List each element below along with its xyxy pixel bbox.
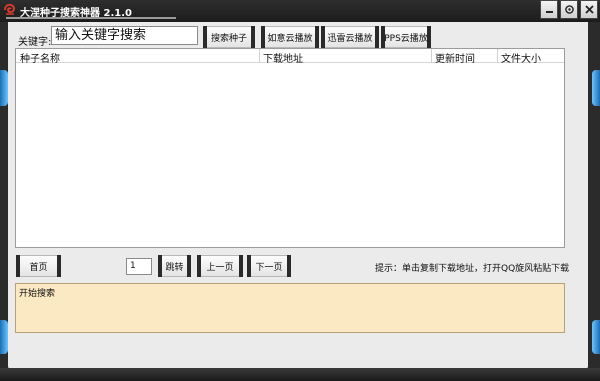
column-divider bbox=[431, 49, 432, 63]
close-icon bbox=[584, 5, 594, 14]
log-panel: 开始搜索 bbox=[15, 283, 565, 333]
results-table[interactable]: 种子名称 下载地址 更新时间 文件大小 bbox=[15, 48, 565, 248]
jump-button[interactable]: 跳转 bbox=[158, 255, 191, 277]
search-seed-button[interactable]: 搜索种子 bbox=[203, 26, 255, 48]
minimize-button[interactable] bbox=[540, 0, 558, 19]
page-number-input[interactable]: 1 bbox=[126, 258, 152, 275]
right-edge-glow-bottom bbox=[592, 320, 600, 354]
column-header-update-time[interactable]: 更新时间 bbox=[435, 50, 475, 65]
hint-text: 提示：单击复制下载地址，打开QQ旋风粘贴下载 bbox=[375, 264, 570, 274]
pps-play-button[interactable]: PPS云播放 bbox=[381, 26, 431, 48]
close-button[interactable] bbox=[580, 0, 598, 19]
xunlei-play-button[interactable]: 迅雷云播放 bbox=[321, 26, 379, 48]
title-bar[interactable]: 大涅种子搜索神器 2.1.0 bbox=[0, 0, 600, 22]
column-header-file-size[interactable]: 文件大小 bbox=[501, 50, 541, 65]
minimize-icon bbox=[545, 11, 553, 13]
title-progress-bar bbox=[6, 17, 176, 19]
app-logo-icon bbox=[4, 3, 15, 15]
settings-icon bbox=[564, 5, 574, 14]
keyword-input[interactable]: 输入关键字搜索 bbox=[51, 26, 198, 45]
column-header-seed-name[interactable]: 种子名称 bbox=[20, 50, 60, 65]
previous-page-button[interactable]: 上一页 bbox=[197, 255, 243, 277]
table-header: 种子名称 下载地址 更新时间 文件大小 bbox=[16, 49, 564, 65]
next-page-button[interactable]: 下一页 bbox=[247, 255, 291, 277]
column-divider bbox=[259, 49, 260, 63]
ruyi-play-button[interactable]: 如意云播放 bbox=[261, 26, 319, 48]
left-edge-glow-top bbox=[0, 70, 8, 106]
keyword-label: 关键字: bbox=[18, 37, 52, 48]
column-header-download-url[interactable]: 下载地址 bbox=[263, 50, 303, 65]
first-page-button[interactable]: 首页 bbox=[16, 255, 61, 277]
app-window: 大涅种子搜索神器 2.1.0 关键字: 输入关键字搜索 搜索种子 如意云播放 迅… bbox=[0, 0, 600, 381]
column-divider bbox=[497, 49, 498, 63]
settings-button[interactable] bbox=[560, 0, 578, 19]
left-edge-glow-bottom bbox=[0, 320, 8, 354]
window-bottom-frame bbox=[0, 368, 600, 381]
right-edge-glow-top bbox=[592, 70, 600, 106]
